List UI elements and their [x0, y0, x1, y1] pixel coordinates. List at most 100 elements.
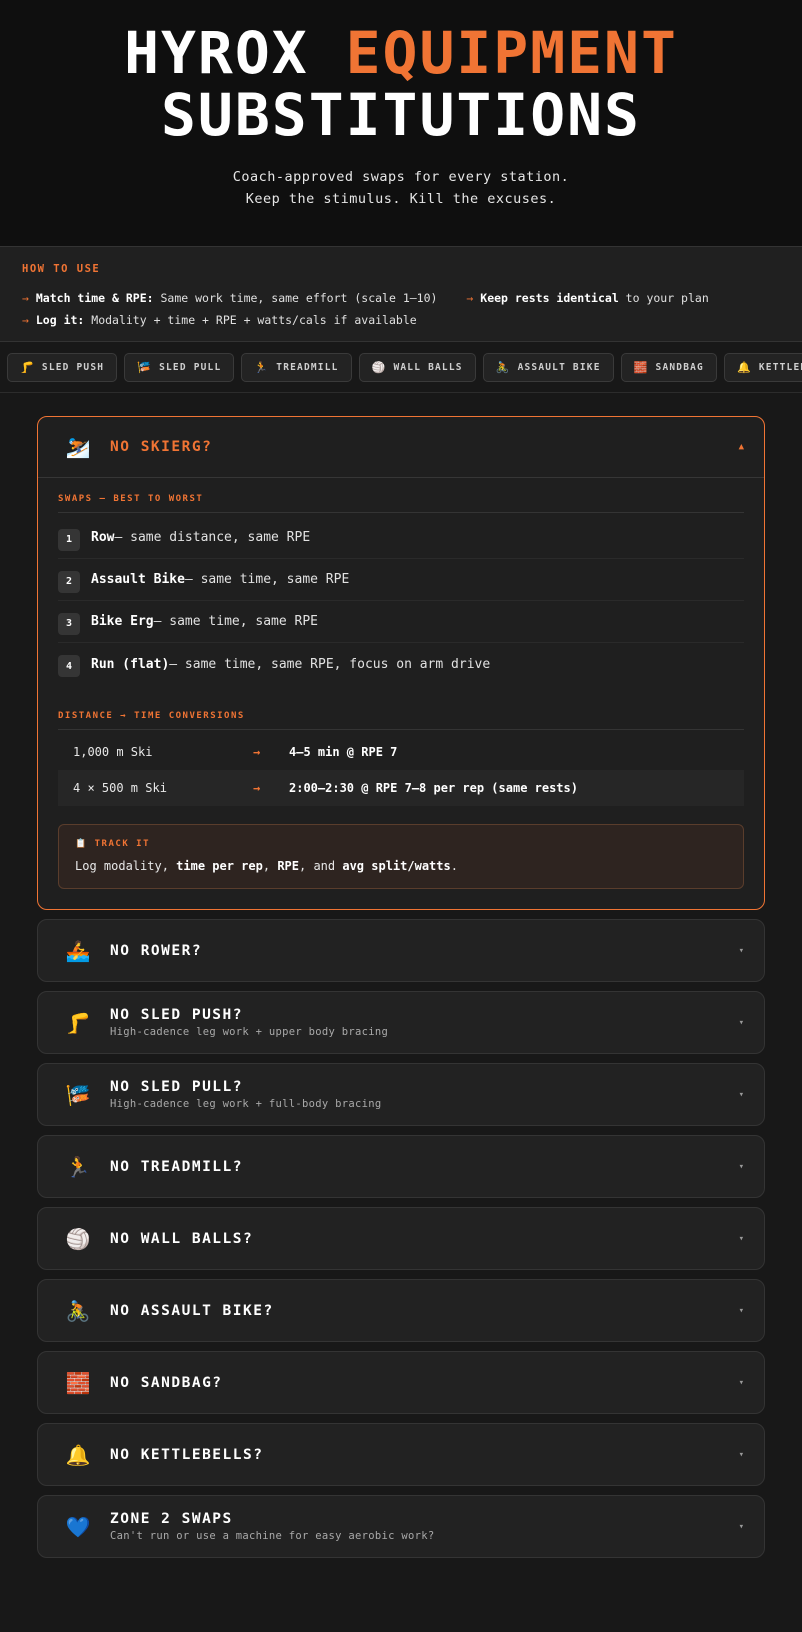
card-description: Can't run or use a machine for easy aero… [110, 1530, 435, 1542]
track-bold-part: avg split/watts [342, 859, 451, 873]
carp-streamer-icon: 🎏 [137, 361, 153, 374]
track-text-part: Log modality, [75, 859, 177, 873]
chevron-down-icon[interactable]: ▾ [739, 1234, 744, 1244]
card-title: NO ROWER? [110, 942, 203, 959]
chip-sandbag[interactable]: 🧱 SANDBAG [620, 353, 717, 382]
rank-badge: 4 [58, 655, 80, 677]
chevron-down-icon[interactable]: ▾ [739, 1378, 744, 1388]
card-no-wall-balls[interactable]: 🏐 NO WALL BALLS? ▾ [37, 1207, 765, 1270]
card-no-sled-push[interactable]: 🦵 NO SLED PUSH? High-cadence leg work + u… [37, 991, 765, 1054]
ball-icon: 🏐 [65, 1226, 91, 1251]
chevron-down-icon[interactable]: ▾ [739, 946, 744, 956]
track-text-part: , [262, 859, 278, 873]
card-header[interactable]: 🚴 NO ASSAULT BIKE? ▾ [38, 1280, 764, 1341]
tip-match-time: → Match time & RPE: Same work time, same… [22, 287, 437, 309]
card-titles: NO WALL BALLS? [110, 1231, 739, 1247]
chip-treadmill[interactable]: 🏃 TREADMILL [241, 353, 352, 382]
swap-text: — same time, same RPE, focus on arm driv… [169, 656, 491, 672]
track-text-part: . [450, 859, 458, 873]
chevron-down-icon[interactable]: ▾ [739, 1522, 744, 1532]
chip-wall-balls[interactable]: 🏐 WALL BALLS [358, 353, 476, 382]
chip-label: SLED PUSH [41, 362, 105, 373]
card-title: NO SANDBAG? [110, 1374, 223, 1391]
bell-icon: 🔔 [65, 1442, 91, 1467]
chip-assault-bike[interactable]: 🚴 ASSAULT BIKE [482, 353, 614, 382]
chip-label: KETTLEBELLS [758, 362, 802, 373]
swap-name: Run (flat) [91, 656, 170, 672]
card-no-rower[interactable]: 🚣 NO ROWER? ▾ [37, 919, 765, 982]
arrow-icon: → [22, 291, 29, 305]
swap-text: — same time, same RPE [184, 572, 350, 587]
track-it-callout: 📋 TRACK IT Log modality, time per rep, R… [58, 824, 744, 889]
card-header[interactable]: 💙 ZONE 2 SWAPS Can't run or use a machine… [38, 1496, 764, 1557]
rank-badge: 3 [58, 612, 80, 635]
rank-badge: 2 [58, 570, 80, 593]
subtitle-line-1: Coach-approved swaps for every station. [232, 169, 570, 185]
card-header[interactable]: ⛷️ NO SKIERG? ▲ [38, 417, 764, 478]
arrow-icon: → [253, 781, 261, 795]
track-bold-part: time per rep [176, 859, 263, 873]
skier-icon: ⛷️ [65, 435, 91, 459]
card-zone-2-swaps[interactable]: 💙 ZONE 2 SWAPS Can't run or use a machine… [37, 1495, 765, 1558]
chevron-down-icon[interactable]: ▾ [739, 1090, 744, 1100]
track-it-label: 📋 TRACK IT [75, 839, 727, 849]
tip-text: Modality + time + RPE + watts/cals if av… [84, 313, 417, 327]
chevron-down-icon[interactable]: ▾ [739, 1450, 744, 1460]
rank-badge: 1 [58, 528, 80, 551]
page-title: HYROX EQUIPMENT SUBSTITUTIONS [0, 22, 802, 146]
chevron-down-icon[interactable]: ▾ [739, 1018, 744, 1028]
title-word-hyrox: HYROX [124, 19, 309, 87]
card-title: NO SKIERG? [110, 439, 213, 455]
card-header[interactable]: 🎏 NO SLED PULL? High-cadence leg work + f… [38, 1064, 764, 1125]
card-body: SWAPS — BEST TO WORST 1 Row — same distan… [38, 478, 764, 909]
blue-heart-icon: 💙 [65, 1514, 91, 1539]
card-titles: NO ROWER? [110, 943, 739, 959]
card-titles: NO SLED PUSH? High-cadence leg work + upp… [110, 1007, 739, 1038]
card-no-sandbag[interactable]: 🧱 NO SANDBAG? ▾ [37, 1351, 765, 1414]
bell-icon: 🔔 [736, 361, 752, 374]
chip-sled-push[interactable]: 🦵 SLED PUSH [7, 353, 118, 382]
card-header[interactable]: 🚣 NO ROWER? ▾ [38, 920, 764, 981]
chip-label: SANDBAG [655, 362, 704, 373]
chevron-down-icon[interactable]: ▾ [739, 1162, 744, 1172]
card-titles: NO ASSAULT BIKE? [110, 1303, 739, 1319]
swap-name: Bike Erg [91, 614, 154, 629]
cyclist-icon: 🚴 [495, 361, 511, 374]
tip-log-it: → Log it: Modality + time + RPE + watts/… [22, 309, 417, 331]
arrow-icon: → [253, 745, 261, 759]
hero-subtitle: Coach-approved swaps for every station. … [0, 166, 802, 210]
tip-keep-rests: → Keep rests identical to your plan [466, 287, 708, 309]
card-header[interactable]: 🏐 NO WALL BALLS? ▾ [38, 1208, 764, 1269]
card-no-sled-pull[interactable]: 🎏 NO SLED PULL? High-cadence leg work + f… [37, 1063, 765, 1126]
chip-kettlebells[interactable]: 🔔 KETTLEBELLS [723, 353, 802, 382]
card-header[interactable]: 🦵 NO SLED PUSH? High-cadence leg work + u… [38, 992, 764, 1053]
chevron-up-icon[interactable]: ▲ [739, 442, 744, 452]
chip-label: TREADMILL [276, 362, 339, 373]
chip-sled-pull[interactable]: 🎏 SLED PULL [124, 353, 235, 382]
card-title: NO SLED PUSH? [110, 1007, 243, 1023]
track-it-title: TRACK IT [94, 839, 150, 849]
card-no-kettlebells[interactable]: 🔔 NO KETTLEBELLS? ▾ [37, 1423, 765, 1486]
card-header[interactable]: 🏃 NO TREADMILL? ▾ [38, 1136, 764, 1197]
card-title: NO ASSAULT BIKE? [110, 1302, 274, 1319]
card-title: NO TREADMILL? [110, 1158, 243, 1175]
how-to-use-label: HOW TO USE [22, 263, 101, 275]
runner-icon: 🏃 [254, 361, 270, 374]
card-titles: NO KETTLEBELLS? [110, 1447, 739, 1463]
conversion-to: 4–5 min @ RPE 7 [289, 745, 398, 759]
card-description: High-cadence leg work + full-body bracin… [110, 1098, 382, 1110]
station-chip-bar[interactable]: 🦵 SLED PUSH 🎏 SLED PULL 🏃 TREADMILL 🏐 WALL B… [0, 342, 802, 393]
card-title: ZONE 2 SWAPS [110, 1511, 233, 1527]
card-no-treadmill[interactable]: 🏃 NO TREADMILL? ▾ [37, 1135, 765, 1198]
card-header[interactable]: 🧱 NO SANDBAG? ▾ [38, 1352, 764, 1413]
card-titles: ZONE 2 SWAPS Can't run or use a machine f… [110, 1511, 739, 1542]
tip-bold: Keep rests identical [480, 291, 619, 305]
clipboard-icon: 📋 [75, 839, 88, 849]
card-header[interactable]: 🔔 NO KETTLEBELLS? ▾ [38, 1424, 764, 1485]
chip-label: ASSAULT BIKE [517, 362, 601, 373]
runner-icon: 🏃 [65, 1154, 91, 1179]
card-no-assault-bike[interactable]: 🚴 NO ASSAULT BIKE? ▾ [37, 1279, 765, 1342]
chevron-down-icon[interactable]: ▾ [739, 1306, 744, 1316]
swaps-label: SWAPS — BEST TO WORST [58, 494, 744, 513]
title-word-equipment: EQUIPMENT [345, 19, 678, 87]
